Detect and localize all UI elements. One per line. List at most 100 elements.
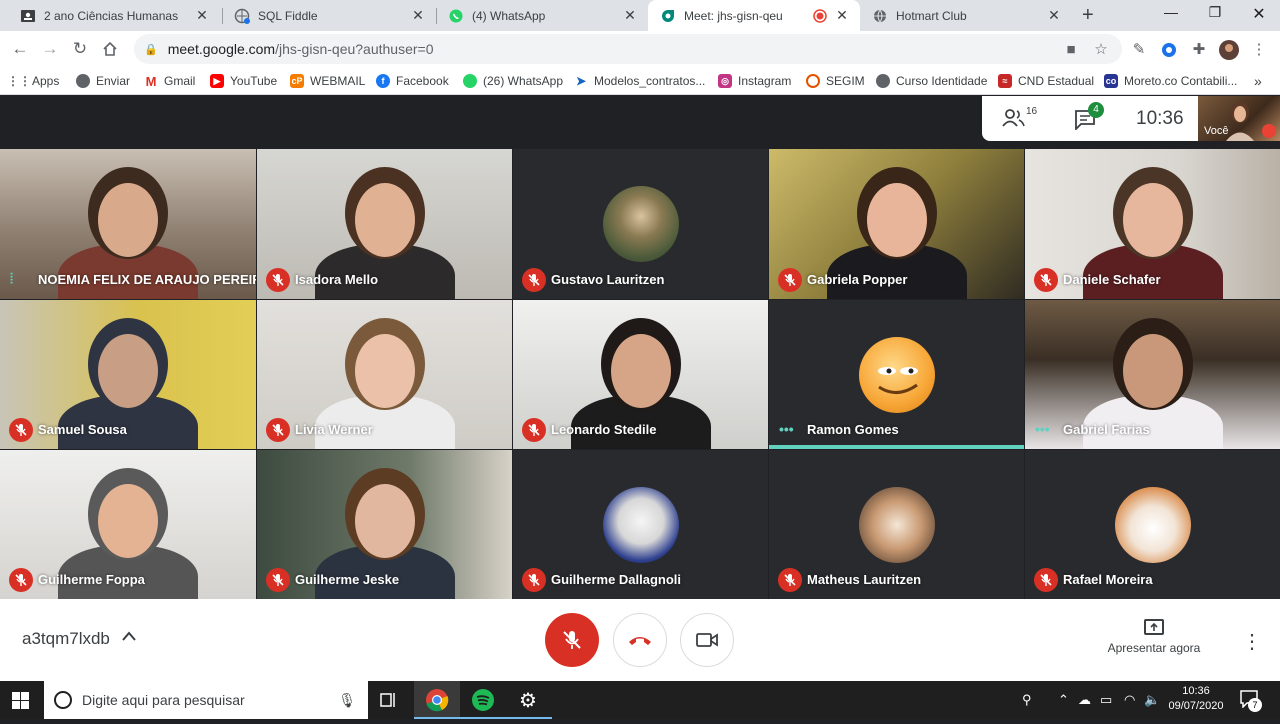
participant-tile[interactable]: ⦙ NOEMIA FELIX DE ARAUJO PEREIRA [0, 149, 256, 299]
system-clock[interactable]: 10:36 09/07/2020 [1164, 684, 1228, 714]
participant-face [98, 183, 158, 257]
address-bar[interactable]: 🔒 meet.google.com/jhs-gisn-qeu?authuser=… [134, 34, 1122, 64]
onedrive-icon[interactable]: ☁ [1078, 692, 1091, 708]
extension-icon[interactable]: ✎ [1128, 39, 1150, 61]
wifi-icon[interactable]: ◠ [1124, 692, 1135, 708]
back-button[interactable]: ← [8, 37, 32, 61]
tab-title: 2 ano Ciências Humanas [44, 8, 179, 23]
participant-tile[interactable]: Daniele Schafer [1025, 149, 1280, 299]
chevron-up-icon[interactable] [122, 628, 136, 645]
bookmark-item[interactable]: M Gmail [144, 71, 196, 91]
bookmark-label: Curso Identidade [896, 74, 988, 88]
present-screen-icon [1144, 619, 1164, 635]
chat-button[interactable]: 4 [1074, 102, 1104, 135]
chevron-up-icon[interactable]: ⌃ [1058, 692, 1069, 708]
taskbar-settings[interactable]: ⚙ [506, 681, 552, 719]
taskbar-chrome[interactable] [414, 681, 460, 719]
participant-tile[interactable]: Rafael Moreira [1025, 450, 1280, 599]
tab-classroom[interactable]: 2 ano Ciências Humanas ✕ [8, 0, 220, 31]
reload-button[interactable]: ↻ [68, 37, 92, 61]
camera-indicator-icon[interactable]: ■ [1060, 39, 1082, 61]
participant-tile[interactable]: Livia Werner [257, 300, 512, 449]
bookmark-star-icon[interactable]: ☆ [1090, 39, 1112, 61]
participant-name: Leonardo Stedile [551, 422, 657, 437]
forward-button[interactable]: → [38, 37, 62, 61]
muted-mic-icon [778, 568, 802, 592]
participant-tile[interactable]: Guilherme Foppa [0, 450, 256, 599]
avatar[interactable] [1218, 39, 1240, 61]
participant-tile[interactable]: Samuel Sousa [0, 300, 256, 449]
windows-start-button[interactable] [12, 692, 29, 714]
bookmark-item[interactable]: f Facebook [376, 71, 449, 91]
notification-center-button[interactable]: 7 [1240, 690, 1262, 713]
close-icon[interactable]: ✕ [194, 7, 210, 24]
participant-tile[interactable]: Guilherme Jeske [257, 450, 512, 599]
tab-hotmart[interactable]: Hotmart Club ✕ [860, 0, 1072, 31]
participant-tile[interactable]: Guilherme Dallagnoli [513, 450, 768, 599]
home-button[interactable] [98, 37, 122, 61]
task-view-button[interactable] [380, 691, 398, 714]
participant-face [354, 183, 415, 257]
bookmark-label: Instagram [738, 74, 792, 88]
camera-toggle-button[interactable] [680, 613, 734, 667]
bookmark-item[interactable]: ⋮⋮ Apps [7, 71, 60, 91]
meet-bottom-bar: a3tqm7lxdb Apresentar agora ⋮ [0, 599, 1280, 681]
window-close-button[interactable]: ✕ [1236, 4, 1280, 24]
menu-kebab-icon[interactable]: ⋮ [1248, 39, 1270, 61]
bookmarks-overflow-button[interactable]: » [1254, 71, 1262, 91]
bookmark-item[interactable]: ➤ Modelos_contratos... [574, 71, 705, 91]
volume-icon[interactable]: 🔈 [1144, 692, 1160, 708]
participant-tile[interactable]: Gustavo Lauritzen [513, 149, 768, 299]
bookmark-label: Apps [32, 74, 60, 88]
bookmarks-bar: ⋮⋮ Apps Enviar M Gmail ▶ YouTube cP WEBMAIL … [0, 67, 1280, 95]
bookmark-label: Gmail [164, 74, 196, 88]
participant-tile[interactable]: ••• Gabriel Farias [1025, 300, 1280, 449]
puzzle-icon[interactable]: ✚ [1188, 39, 1210, 61]
leave-call-button[interactable] [613, 613, 667, 667]
profile-extension-icon[interactable] [1158, 39, 1180, 61]
taskbar-search-box[interactable]: Digite aqui para pesquisar 🎙 [44, 681, 368, 719]
bookmark-item[interactable]: co Moreto.co Contabili... [1104, 71, 1237, 91]
bookmark-item[interactable]: ◎ Instagram [718, 71, 791, 91]
more-options-icon[interactable]: ⋮ [1242, 629, 1262, 654]
participant-tile[interactable]: Leonardo Stedile [513, 300, 768, 449]
present-now-button[interactable]: Apresentar agora [1094, 619, 1214, 655]
mic-toggle-button[interactable] [545, 613, 599, 667]
taskbar-spotify[interactable] [460, 681, 506, 719]
people-button[interactable]: 16 [1002, 106, 1037, 133]
participant-tile[interactable]: Gabriela Popper [769, 149, 1024, 299]
people-tray-icon[interactable]: ⚲ [1022, 692, 1032, 708]
close-icon[interactable]: ✕ [622, 7, 638, 24]
participant-face [1122, 334, 1183, 408]
participant-tile[interactable]: ••• Ramon Gomes [769, 300, 1024, 449]
microphone-icon[interactable]: 🎙 [338, 692, 356, 709]
bookmark-item[interactable]: SEGIM [806, 71, 865, 91]
new-tab-button[interactable]: + [1082, 4, 1094, 27]
close-icon[interactable]: ✕ [410, 7, 426, 24]
maximize-button[interactable]: ❐ [1192, 4, 1238, 21]
minimize-button[interactable]: — [1148, 4, 1194, 20]
battery-icon[interactable]: ▭ [1100, 692, 1112, 708]
bookmark-item[interactable]: (26) WhatsApp [463, 71, 563, 91]
bookmark-item[interactable]: Enviar [76, 71, 130, 91]
tab-meet[interactable]: Meet: jhs-gisn-qeu ✕ [648, 0, 860, 31]
tab-whatsapp[interactable]: (4) WhatsApp ✕ [436, 0, 648, 31]
whatsapp-icon [448, 8, 464, 24]
close-icon[interactable]: ✕ [834, 7, 850, 24]
bookmark-label: CND Estadual [1018, 74, 1095, 88]
close-icon[interactable]: ✕ [1046, 7, 1062, 24]
participant-tile[interactable]: Matheus Lauritzen [769, 450, 1024, 599]
bookmark-item[interactable]: cP WEBMAIL [290, 71, 365, 91]
bookmark-item[interactable]: ≈ CND Estadual [998, 71, 1094, 91]
participant-face [354, 484, 415, 558]
participant-name: Isadora Mello [295, 272, 379, 287]
tab-sqlfiddle[interactable]: SQL Fiddle ✕ [222, 0, 436, 31]
bookmark-label: SEGIM [826, 74, 865, 88]
participant-tile[interactable]: Isadora Mello [257, 149, 512, 299]
bookmark-item[interactable]: ▶ YouTube [210, 71, 277, 91]
self-view-tile[interactable]: Você [1198, 96, 1280, 141]
instagram-icon: ◎ [718, 74, 732, 88]
bookmark-item[interactable]: Curso Identidade [876, 71, 987, 91]
meeting-code[interactable]: a3tqm7lxdb [22, 629, 110, 649]
muted-mic-icon [9, 418, 33, 442]
